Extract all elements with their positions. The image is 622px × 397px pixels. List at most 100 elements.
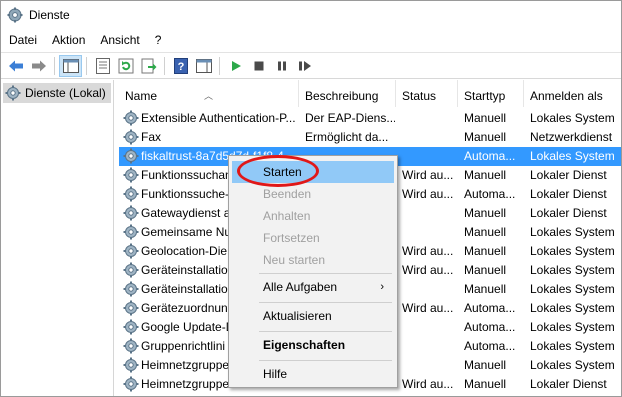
toolbar-separator bbox=[54, 56, 55, 75]
context-menu: Starten Beenden Anhalten Fortsetzen Neu star… bbox=[228, 155, 398, 388]
context-menu-item-alle-aufgaben[interactable]: Alle Aufgaben › bbox=[232, 276, 394, 298]
cell-status: Wird au... bbox=[402, 168, 454, 182]
gear-icon bbox=[123, 167, 139, 183]
menu-datei[interactable]: Datei bbox=[1, 29, 44, 51]
gear-icon bbox=[123, 262, 139, 278]
gear-icon bbox=[123, 319, 139, 335]
tree-item-dienste-lokal[interactable]: Dienste (Lokal) bbox=[3, 83, 111, 103]
gear-icon bbox=[123, 205, 139, 221]
context-menu-separator bbox=[259, 360, 392, 361]
cell-anmelden-als: Lokaler Dienst bbox=[530, 377, 607, 391]
back-arrow-icon[interactable] bbox=[4, 55, 27, 77]
context-menu-separator bbox=[259, 331, 392, 332]
services-app-icon bbox=[7, 7, 23, 23]
cell-starttyp: Automa... bbox=[464, 339, 516, 353]
cell-starttyp: Manuell bbox=[464, 206, 507, 220]
cell-anmelden-als: Lokaler Dienst bbox=[530, 168, 607, 182]
properties-icon[interactable] bbox=[91, 55, 114, 77]
context-menu-item-aktualisieren[interactable]: Aktualisieren bbox=[232, 305, 394, 327]
gear-icon bbox=[123, 357, 139, 373]
restart-icon[interactable] bbox=[293, 55, 316, 77]
cell-starttyp: Manuell bbox=[464, 168, 507, 182]
cell-starttyp: Automa... bbox=[464, 320, 516, 334]
cell-starttyp: Manuell bbox=[464, 358, 507, 372]
menu-ansicht[interactable]: Ansicht bbox=[92, 29, 146, 51]
gear-icon bbox=[123, 186, 139, 202]
refresh-icon[interactable] bbox=[114, 55, 137, 77]
svg-text:?: ? bbox=[177, 61, 184, 73]
column-header-beschreibung[interactable]: Beschreibung bbox=[299, 80, 396, 107]
show-hide-tree-icon[interactable] bbox=[59, 54, 82, 77]
gear-icon bbox=[123, 300, 139, 316]
table-row[interactable]: Fax Ermöglicht da... Manuell Netzwerkdienst bbox=[119, 128, 621, 147]
stop-icon[interactable] bbox=[247, 55, 270, 77]
cell-anmelden-als: Lokales System bbox=[530, 111, 615, 125]
context-menu-item-beenden: Beenden bbox=[232, 183, 394, 205]
cell-status: Wird au... bbox=[402, 263, 454, 277]
table-row[interactable]: Extensible Authentication-P... Der EAP-Di… bbox=[119, 109, 621, 128]
cell-starttyp: Automa... bbox=[464, 149, 516, 163]
cell-anmelden-als: Lokales System bbox=[530, 244, 615, 258]
title-bar: Dienste bbox=[1, 1, 621, 29]
table-header: Name ︿ Beschreibung Status Starttyp Anme… bbox=[119, 80, 621, 107]
menu-help[interactable]: ? bbox=[147, 29, 169, 51]
play-icon[interactable] bbox=[224, 55, 247, 77]
cell-anmelden-als: Netzwerkdienst bbox=[530, 130, 613, 144]
window-title: Dienste bbox=[29, 8, 70, 22]
column-header-label: Name bbox=[125, 89, 158, 103]
gear-icon bbox=[123, 148, 139, 164]
export-list-icon[interactable] bbox=[137, 55, 160, 77]
gear-icon bbox=[123, 129, 139, 145]
cell-anmelden-als: Lokales System bbox=[530, 358, 615, 372]
context-menu-item-eigenschaften[interactable]: Eigenschaften bbox=[232, 334, 394, 356]
cell-anmelden-als: Lokales System bbox=[530, 320, 615, 334]
column-header-name[interactable]: Name ︿ bbox=[119, 80, 299, 107]
gear-icon bbox=[5, 85, 21, 101]
gear-icon bbox=[123, 110, 139, 126]
cell-status bbox=[402, 318, 458, 337]
context-menu-item-anhalten: Anhalten bbox=[232, 205, 394, 227]
column-header-status[interactable]: Status bbox=[396, 80, 458, 107]
context-menu-label: Aktualisieren bbox=[263, 309, 332, 323]
context-menu-separator bbox=[259, 273, 392, 274]
menu-bar: Datei Aktion Ansicht ? bbox=[1, 29, 621, 51]
context-menu-label: Eigenschaften bbox=[263, 338, 346, 352]
cell-status bbox=[402, 280, 458, 299]
cell-beschreibung: Ermöglicht da... bbox=[305, 130, 389, 144]
cell-anmelden-als: Lokales System bbox=[530, 225, 615, 239]
sort-ascending-icon: ︿ bbox=[204, 91, 214, 101]
cell-status: Wird au... bbox=[402, 187, 454, 201]
annotation-circle bbox=[237, 155, 319, 187]
column-header-anmelden-als[interactable]: Anmelden als bbox=[524, 80, 621, 107]
cell-anmelden-als: Lokales System bbox=[530, 149, 615, 163]
toolbar: ? bbox=[1, 52, 621, 79]
cell-status bbox=[402, 147, 458, 166]
cell-starttyp: Manuell bbox=[464, 130, 507, 144]
cell-status bbox=[402, 356, 458, 375]
toolbar-separator bbox=[164, 56, 165, 75]
cell-starttyp: Automa... bbox=[464, 301, 516, 315]
cell-beschreibung: Der EAP-Diens... bbox=[305, 111, 395, 125]
gear-icon bbox=[123, 376, 139, 392]
cell-anmelden-als: Lokaler Dienst bbox=[530, 187, 607, 201]
pause-icon[interactable] bbox=[270, 55, 293, 77]
cell-anmelden-als: Lokales System bbox=[530, 282, 615, 296]
cell-status bbox=[402, 109, 458, 128]
context-menu-label: Fortsetzen bbox=[263, 231, 320, 245]
console-tree: Dienste (Lokal) bbox=[1, 80, 114, 396]
toolbar-separator bbox=[219, 56, 220, 75]
context-menu-item-hilfe[interactable]: Hilfe bbox=[232, 363, 394, 385]
context-menu-item-fortsetzen: Fortsetzen bbox=[232, 227, 394, 249]
context-menu-label: Neu starten bbox=[263, 253, 326, 267]
cell-starttyp: Manuell bbox=[464, 282, 507, 296]
help-icon[interactable]: ? bbox=[169, 55, 192, 77]
column-header-starttyp[interactable]: Starttyp bbox=[458, 80, 524, 107]
services-window: Dienste Datei Aktion Ansicht ? ? Dienste… bbox=[0, 0, 622, 397]
menu-aktion[interactable]: Aktion bbox=[44, 29, 92, 51]
show-action-pane-icon[interactable] bbox=[192, 55, 215, 77]
cell-starttyp: Manuell bbox=[464, 225, 507, 239]
cell-status: Wird au... bbox=[402, 244, 454, 258]
tree-item-label: Dienste (Lokal) bbox=[25, 86, 106, 100]
context-menu-label: Hilfe bbox=[263, 367, 288, 381]
forward-arrow-icon[interactable] bbox=[27, 55, 50, 77]
